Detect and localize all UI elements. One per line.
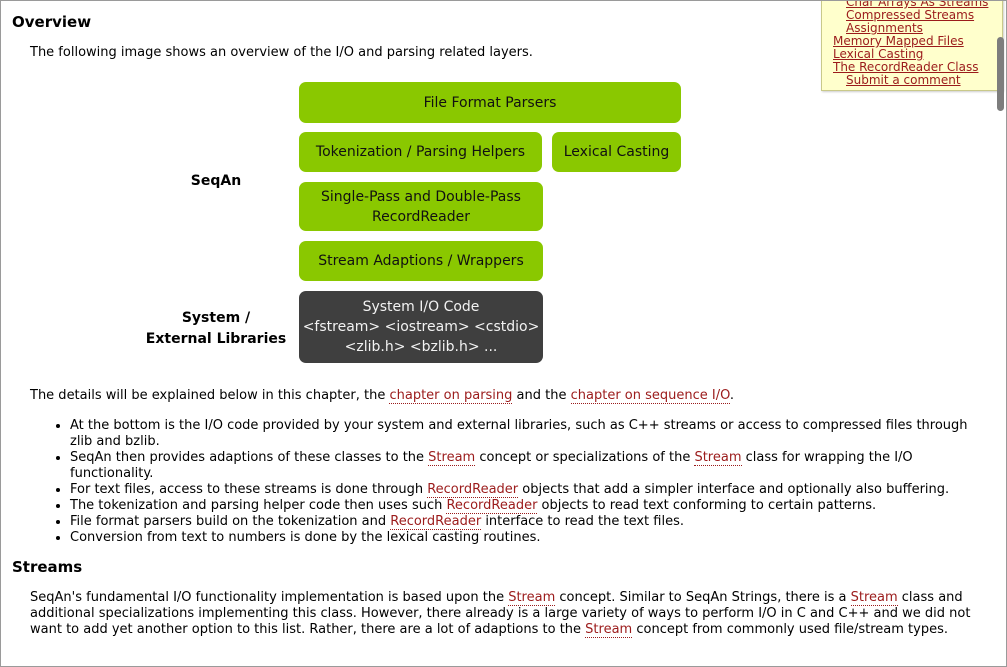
list-item: SeqAn then provides adaptions of these c… (70, 450, 980, 482)
bullet-3-text-b: objects that add a simpler interface and… (518, 482, 950, 497)
lexical-casting-box: Lexical Casting (552, 132, 681, 172)
system-io-line2: <fstream> <iostream> <cstdio> (302, 319, 540, 335)
bullet-1-text: At the bottom is the I/O code provided b… (70, 418, 968, 449)
list-item: File format parsers build on the tokeniz… (70, 514, 980, 530)
system-io-line1: System I/O Code (362, 299, 480, 315)
bullet-5-text-b: interface to read the text files. (481, 514, 684, 529)
recordreader-box-line1: Single-Pass and Double-Pass (321, 188, 521, 205)
system-label-line2: External Libraries (145, 331, 287, 347)
details-text-3: . (729, 388, 734, 403)
tokenization-box: Tokenization / Parsing Helpers (299, 132, 542, 172)
scrollbar-thumb[interactable] (997, 37, 1004, 111)
recordreader-box: Single-Pass and Double-Pass RecordReader (299, 182, 543, 231)
streams-paragraph: SeqAn's fundamental I/O functionality im… (30, 590, 990, 638)
bullet-6-text: Conversion from text to numbers is done … (70, 530, 541, 545)
streams-text-a: SeqAn's fundamental I/O functionality im… (30, 590, 509, 605)
bullet-5-text-a: File format parsers build on the tokeniz… (70, 514, 391, 529)
page-content: Overview The following image shows an ov… (0, 0, 1007, 667)
layers-bullet-list: At the bottom is the I/O code provided b… (48, 418, 980, 546)
overview-heading: Overview (12, 13, 92, 31)
chapter-on-parsing-link[interactable]: chapter on parsing (389, 388, 513, 404)
bullet-4-text-a: The tokenization and parsing helper code… (70, 498, 447, 513)
recordreader-box-line2: RecordReader (372, 208, 470, 225)
stream-class-link[interactable]: Stream (694, 450, 742, 466)
table-of-contents-popup: Char Arrays As Streams Compressed Stream… (821, 1, 1003, 91)
stream-concept-link[interactable]: Stream (585, 622, 633, 638)
recordreader-link[interactable]: RecordReader (427, 482, 519, 498)
seqan-label: SeqAn (190, 173, 242, 189)
list-item: For text files, access to these streams … (70, 482, 980, 498)
file-format-parsers-box: File Format Parsers (299, 82, 681, 123)
bullet-3-text-a: For text files, access to these streams … (70, 482, 428, 497)
details-text-1: The details will be explained below in t… (30, 388, 390, 403)
system-libraries-label: System / External Libraries (141, 308, 291, 350)
stream-concept-link[interactable]: Stream (508, 590, 556, 606)
details-text-2: and the (512, 388, 571, 403)
streams-text-b: concept. Similar to SeqAn Strings, there… (555, 590, 851, 605)
toc-item-submit-comment[interactable]: Submit a comment (822, 74, 1002, 87)
system-label-line1: System / (181, 310, 251, 326)
stream-concept-link[interactable]: Stream (428, 450, 476, 466)
list-item: At the bottom is the I/O code provided b… (70, 418, 980, 450)
recordreader-link[interactable]: RecordReader (446, 498, 538, 514)
vertical-scrollbar[interactable] (996, 1, 1005, 666)
bullet-2-text-a: SeqAn then provides adaptions of these c… (70, 450, 429, 465)
stream-class-link[interactable]: Stream (850, 590, 898, 606)
list-item: Conversion from text to numbers is done … (70, 530, 980, 546)
streams-heading: Streams (12, 558, 83, 576)
streams-text-d: concept from commonly used file/stream t… (632, 622, 948, 637)
bullet-4-text-b: objects to read text conforming to certa… (537, 498, 877, 513)
list-item: The tokenization and parsing helper code… (70, 498, 980, 514)
system-io-line3: <zlib.h> <bzlib.h> ... (344, 339, 498, 355)
bullet-2-text-b: concept or specializations of the (475, 450, 695, 465)
stream-adaptions-box: Stream Adaptions / Wrappers (299, 241, 543, 281)
system-io-code-box: System I/O Code <fstream> <iostream> <cs… (299, 291, 543, 363)
details-paragraph: The details will be explained below in t… (30, 388, 990, 404)
chapter-on-sequence-io-link[interactable]: chapter on sequence I/O (570, 388, 730, 404)
recordreader-link[interactable]: RecordReader (390, 514, 482, 530)
